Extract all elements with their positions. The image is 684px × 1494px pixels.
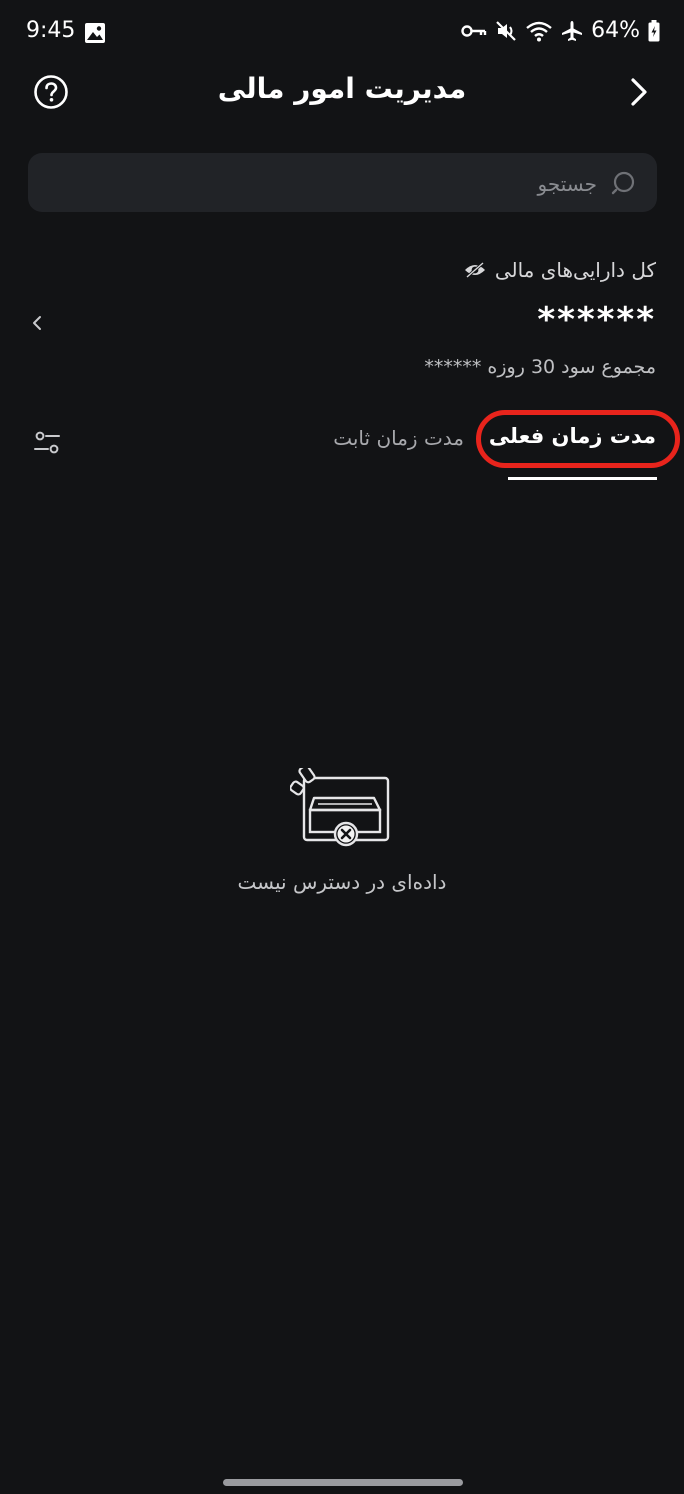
page-title: مدیریت امور مالی xyxy=(217,72,467,105)
profit-value: ****** xyxy=(424,356,482,378)
tab-fixed-term[interactable]: مدت زمان ثابت xyxy=(333,426,464,450)
eye-hidden-icon[interactable] xyxy=(463,261,487,279)
search-box[interactable] xyxy=(28,153,657,214)
wifi-icon xyxy=(526,21,552,41)
battery-icon xyxy=(648,19,660,41)
battery-percent: 64% xyxy=(591,18,640,43)
search-icon xyxy=(611,171,635,195)
airplane-icon xyxy=(562,20,583,41)
gallery-icon xyxy=(85,23,105,43)
filter-settings-icon[interactable] xyxy=(32,430,62,456)
highlight-annotation xyxy=(476,410,680,468)
vpn-key-icon xyxy=(461,24,487,37)
search-input[interactable] xyxy=(95,153,599,214)
total-assets-label: کل دارایی‌های مالی xyxy=(463,258,656,282)
chevron-left-icon[interactable] xyxy=(30,312,44,334)
total-assets-label-text: کل دارایی‌های مالی xyxy=(494,258,656,282)
chevron-right-icon[interactable] xyxy=(628,74,650,110)
home-indicator[interactable] xyxy=(223,1479,463,1486)
profit-label: مجموع سود 30 روزه xyxy=(487,356,656,378)
status-icons: 64% xyxy=(461,18,660,43)
status-time: 9:45 xyxy=(26,18,76,43)
muted-icon xyxy=(496,20,516,41)
profit-30-days: مجموع سود 30 روزه ****** xyxy=(424,356,656,378)
empty-state-text: داده‌ای در دسترس نیست xyxy=(237,870,447,894)
active-tab-indicator xyxy=(508,477,657,480)
total-assets-value: ****** xyxy=(537,300,656,340)
empty-box-icon xyxy=(290,768,390,847)
